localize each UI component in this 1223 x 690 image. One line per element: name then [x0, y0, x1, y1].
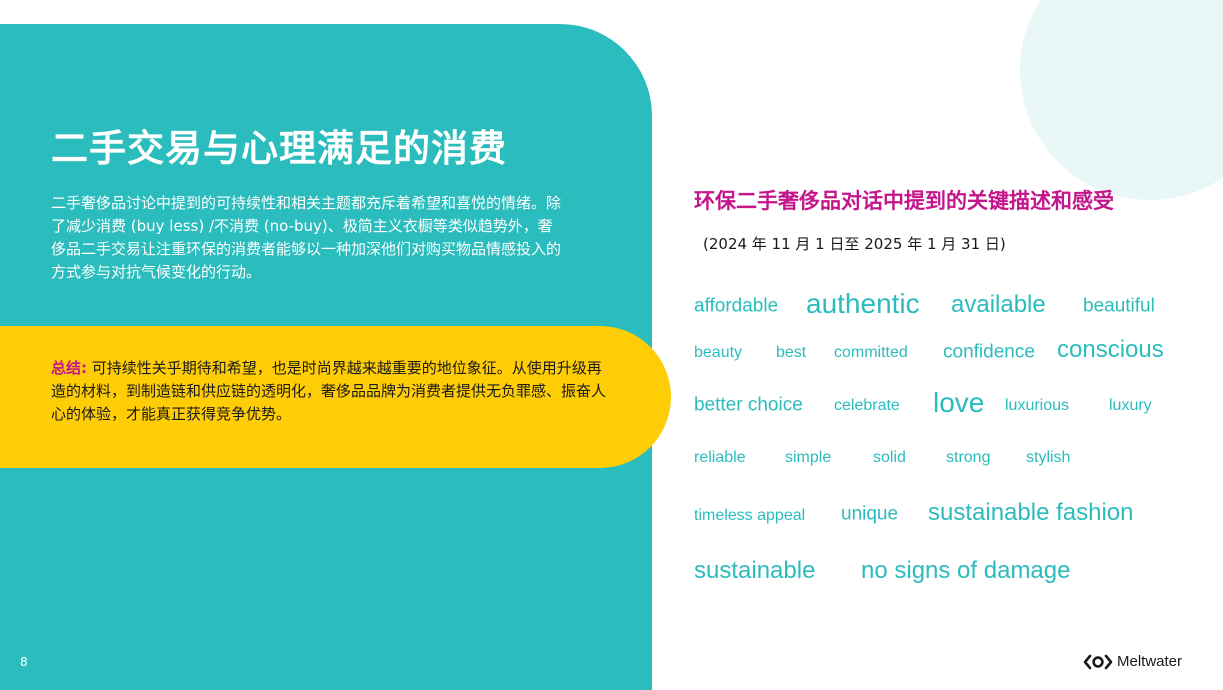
word-cloud-term: reliable — [694, 449, 746, 466]
word-cloud-term: love — [933, 387, 985, 418]
brand-name: Meltwater — [1117, 653, 1183, 670]
word-cloud-term: simple — [785, 449, 832, 466]
word-cloud-term: timeless appeal — [694, 507, 806, 524]
slide: 二手交易与心理满足的消费 二手奢侈品讨论中提到的可持续性和相关主题都充斥着希望和… — [0, 0, 1223, 690]
word-cloud-term: stylish — [1026, 449, 1071, 466]
word-cloud-term: luxury — [1109, 397, 1152, 414]
word-cloud-term: authentic — [806, 288, 920, 319]
meltwater-logo-icon — [1083, 654, 1113, 670]
decorative-circle — [1020, 0, 1223, 200]
word-cloud-term: celebrate — [834, 397, 900, 414]
word-cloud-title: 环保二手奢侈品对话中提到的关键描述和感受 — [694, 189, 1114, 213]
word-cloud-term: best — [776, 344, 807, 361]
page-title: 二手交易与心理满足的消费 — [51, 127, 507, 170]
word-cloud-term: solid — [873, 449, 906, 466]
word-cloud-term: unique — [841, 503, 899, 525]
word-cloud-term: better choice — [694, 394, 803, 416]
summary-body: 可持续性关乎期待和希望，也是时尚界越来越重要的地位象征。从使用升级再造的材料，到… — [51, 359, 607, 423]
word-cloud-term: beauty — [694, 344, 743, 361]
word-cloud-term: available — [951, 291, 1046, 318]
word-cloud-term: sustainable — [694, 557, 816, 584]
meltwater-logo: Meltwater — [1083, 653, 1182, 670]
word-cloud-term: luxurious — [1005, 397, 1070, 414]
word-cloud-term: beautiful — [1083, 295, 1155, 317]
summary-label: 总结: — [51, 359, 87, 377]
word-cloud-term: committed — [834, 344, 908, 361]
word-cloud-date-range: (2024 年 11 月 1 日至 2025 年 1 月 31 日) — [703, 235, 1006, 253]
word-cloud-term: affordable — [694, 295, 779, 317]
summary-paragraph: 总结: 可持续性关乎期待和希望，也是时尚界越来越重要的地位象征。从使用升级再造的… — [51, 357, 611, 426]
word-cloud-term: strong — [946, 449, 991, 466]
page-number: 8 — [20, 655, 28, 669]
word-cloud-term: sustainable fashion — [928, 499, 1134, 526]
intro-paragraph: 二手奢侈品讨论中提到的可持续性和相关主题都充斥着希望和喜悦的情绪。除了减少消费 … — [51, 194, 562, 281]
word-cloud-term: confidence — [943, 341, 1035, 363]
word-cloud-term: conscious — [1057, 336, 1164, 363]
word-cloud-term: no signs of damage — [861, 557, 1071, 584]
